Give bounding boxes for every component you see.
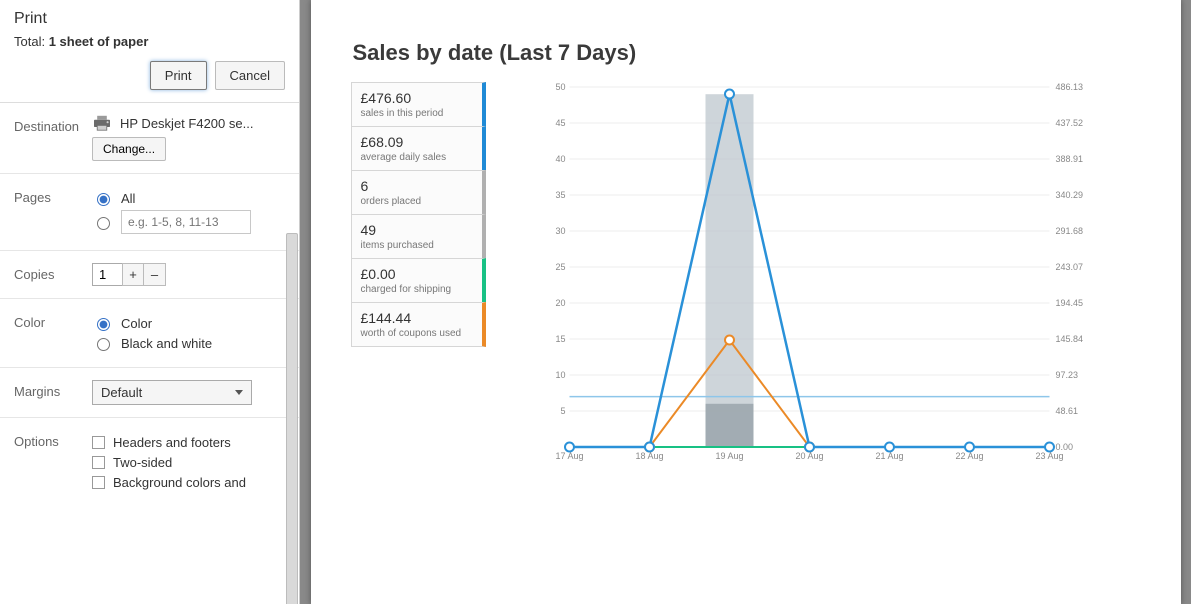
svg-text:23 Aug: 23 Aug	[1035, 451, 1063, 461]
printer-icon	[92, 115, 112, 131]
color-row: Color Color Black and white	[0, 299, 299, 368]
svg-text:291.68: 291.68	[1055, 226, 1083, 236]
color-bw-label: Black and white	[121, 336, 212, 351]
chevron-down-icon	[235, 390, 243, 395]
pages-all-radio[interactable]	[97, 193, 110, 206]
svg-text:18 Aug: 18 Aug	[635, 451, 663, 461]
scrollbar-thumb[interactable]	[286, 233, 298, 604]
stat-orders: 6 orders placed	[351, 170, 486, 215]
pages-label: Pages	[14, 186, 92, 205]
copies-label: Copies	[14, 263, 92, 282]
svg-text:30: 30	[555, 226, 565, 236]
change-destination-button[interactable]: Change...	[92, 137, 166, 161]
cancel-button[interactable]: Cancel	[215, 61, 285, 90]
sales-chart: 51015202530354045500.0048.6197.23145.841…	[498, 82, 1141, 472]
print-preview-area: Sales by date (Last 7 Days) £476.60 sale…	[300, 0, 1191, 604]
svg-text:486.13: 486.13	[1055, 82, 1083, 92]
svg-text:437.52: 437.52	[1055, 118, 1083, 128]
svg-text:25: 25	[555, 262, 565, 272]
svg-text:40: 40	[555, 154, 565, 164]
print-settings: Destination HP Deskjet F4200 se... Chang…	[0, 103, 299, 604]
margins-row: Margins Default	[0, 368, 299, 418]
svg-text:10: 10	[555, 370, 565, 380]
margins-label: Margins	[14, 380, 92, 399]
svg-text:388.91: 388.91	[1055, 154, 1083, 164]
svg-text:17 Aug: 17 Aug	[555, 451, 583, 461]
copies-input[interactable]	[92, 263, 122, 286]
copies-decrement-button[interactable]: –	[144, 263, 166, 286]
copies-row: Copies + –	[0, 251, 299, 299]
svg-text:145.84: 145.84	[1055, 334, 1083, 344]
svg-text:20 Aug: 20 Aug	[795, 451, 823, 461]
copies-increment-button[interactable]: +	[122, 263, 144, 286]
stat-coupons: £144.44 worth of coupons used	[351, 302, 486, 347]
dialog-actions: Print Cancel	[0, 61, 299, 102]
svg-text:22 Aug: 22 Aug	[955, 451, 983, 461]
options-row: Options Headers and footers Two-sided Ba…	[0, 418, 299, 507]
options-label: Options	[14, 430, 92, 449]
printer-name: HP Deskjet F4200 se...	[120, 116, 253, 131]
report-title: Sales by date (Last 7 Days)	[353, 40, 1141, 66]
svg-text:20: 20	[555, 298, 565, 308]
pages-row: Pages All	[0, 174, 299, 251]
svg-text:48.61: 48.61	[1055, 406, 1078, 416]
svg-text:15: 15	[555, 334, 565, 344]
option-twosided-label: Two-sided	[113, 455, 172, 470]
pages-all-label: All	[121, 191, 135, 206]
destination-value: HP Deskjet F4200 se...	[92, 115, 285, 131]
option-headers-label: Headers and footers	[113, 435, 231, 450]
svg-text:97.23: 97.23	[1055, 370, 1078, 380]
margins-value: Default	[101, 385, 142, 400]
print-button[interactable]: Print	[150, 61, 207, 90]
svg-text:243.07: 243.07	[1055, 262, 1083, 272]
destination-label: Destination	[14, 115, 92, 134]
color-label: Color	[14, 311, 92, 330]
print-dialog: Print Total: 1 sheet of paper Print Canc…	[0, 0, 300, 604]
stats-column: £476.60 sales in this period £68.09 aver…	[351, 82, 486, 472]
stat-sales: £476.60 sales in this period	[351, 82, 486, 127]
svg-text:35: 35	[555, 190, 565, 200]
destination-row: Destination HP Deskjet F4200 se... Chang…	[0, 103, 299, 174]
svg-text:5: 5	[560, 406, 565, 416]
stat-avg-daily: £68.09 average daily sales	[351, 126, 486, 171]
color-bw-radio[interactable]	[97, 338, 110, 351]
color-color-label: Color	[121, 316, 152, 331]
pages-custom-radio[interactable]	[97, 217, 110, 230]
svg-text:194.45: 194.45	[1055, 298, 1083, 308]
preview-page: Sales by date (Last 7 Days) £476.60 sale…	[311, 0, 1181, 604]
color-color-radio[interactable]	[97, 318, 110, 331]
pages-custom-input[interactable]	[121, 210, 251, 234]
option-headers-checkbox[interactable]	[92, 436, 105, 449]
margins-select[interactable]: Default	[92, 380, 252, 405]
option-background-checkbox[interactable]	[92, 476, 105, 489]
stat-items: 49 items purchased	[351, 214, 486, 259]
total-summary: Total: 1 sheet of paper	[14, 34, 285, 49]
option-twosided-checkbox[interactable]	[92, 456, 105, 469]
svg-text:50: 50	[555, 82, 565, 92]
svg-text:340.29: 340.29	[1055, 190, 1083, 200]
svg-text:19 Aug: 19 Aug	[715, 451, 743, 461]
chart-svg: 51015202530354045500.0048.6197.23145.841…	[498, 82, 1141, 472]
stat-shipping: £0.00 charged for shipping	[351, 258, 486, 303]
dialog-title: Print	[14, 10, 285, 28]
svg-text:45: 45	[555, 118, 565, 128]
option-background-label: Background colors and	[113, 475, 246, 490]
svg-text:21 Aug: 21 Aug	[875, 451, 903, 461]
